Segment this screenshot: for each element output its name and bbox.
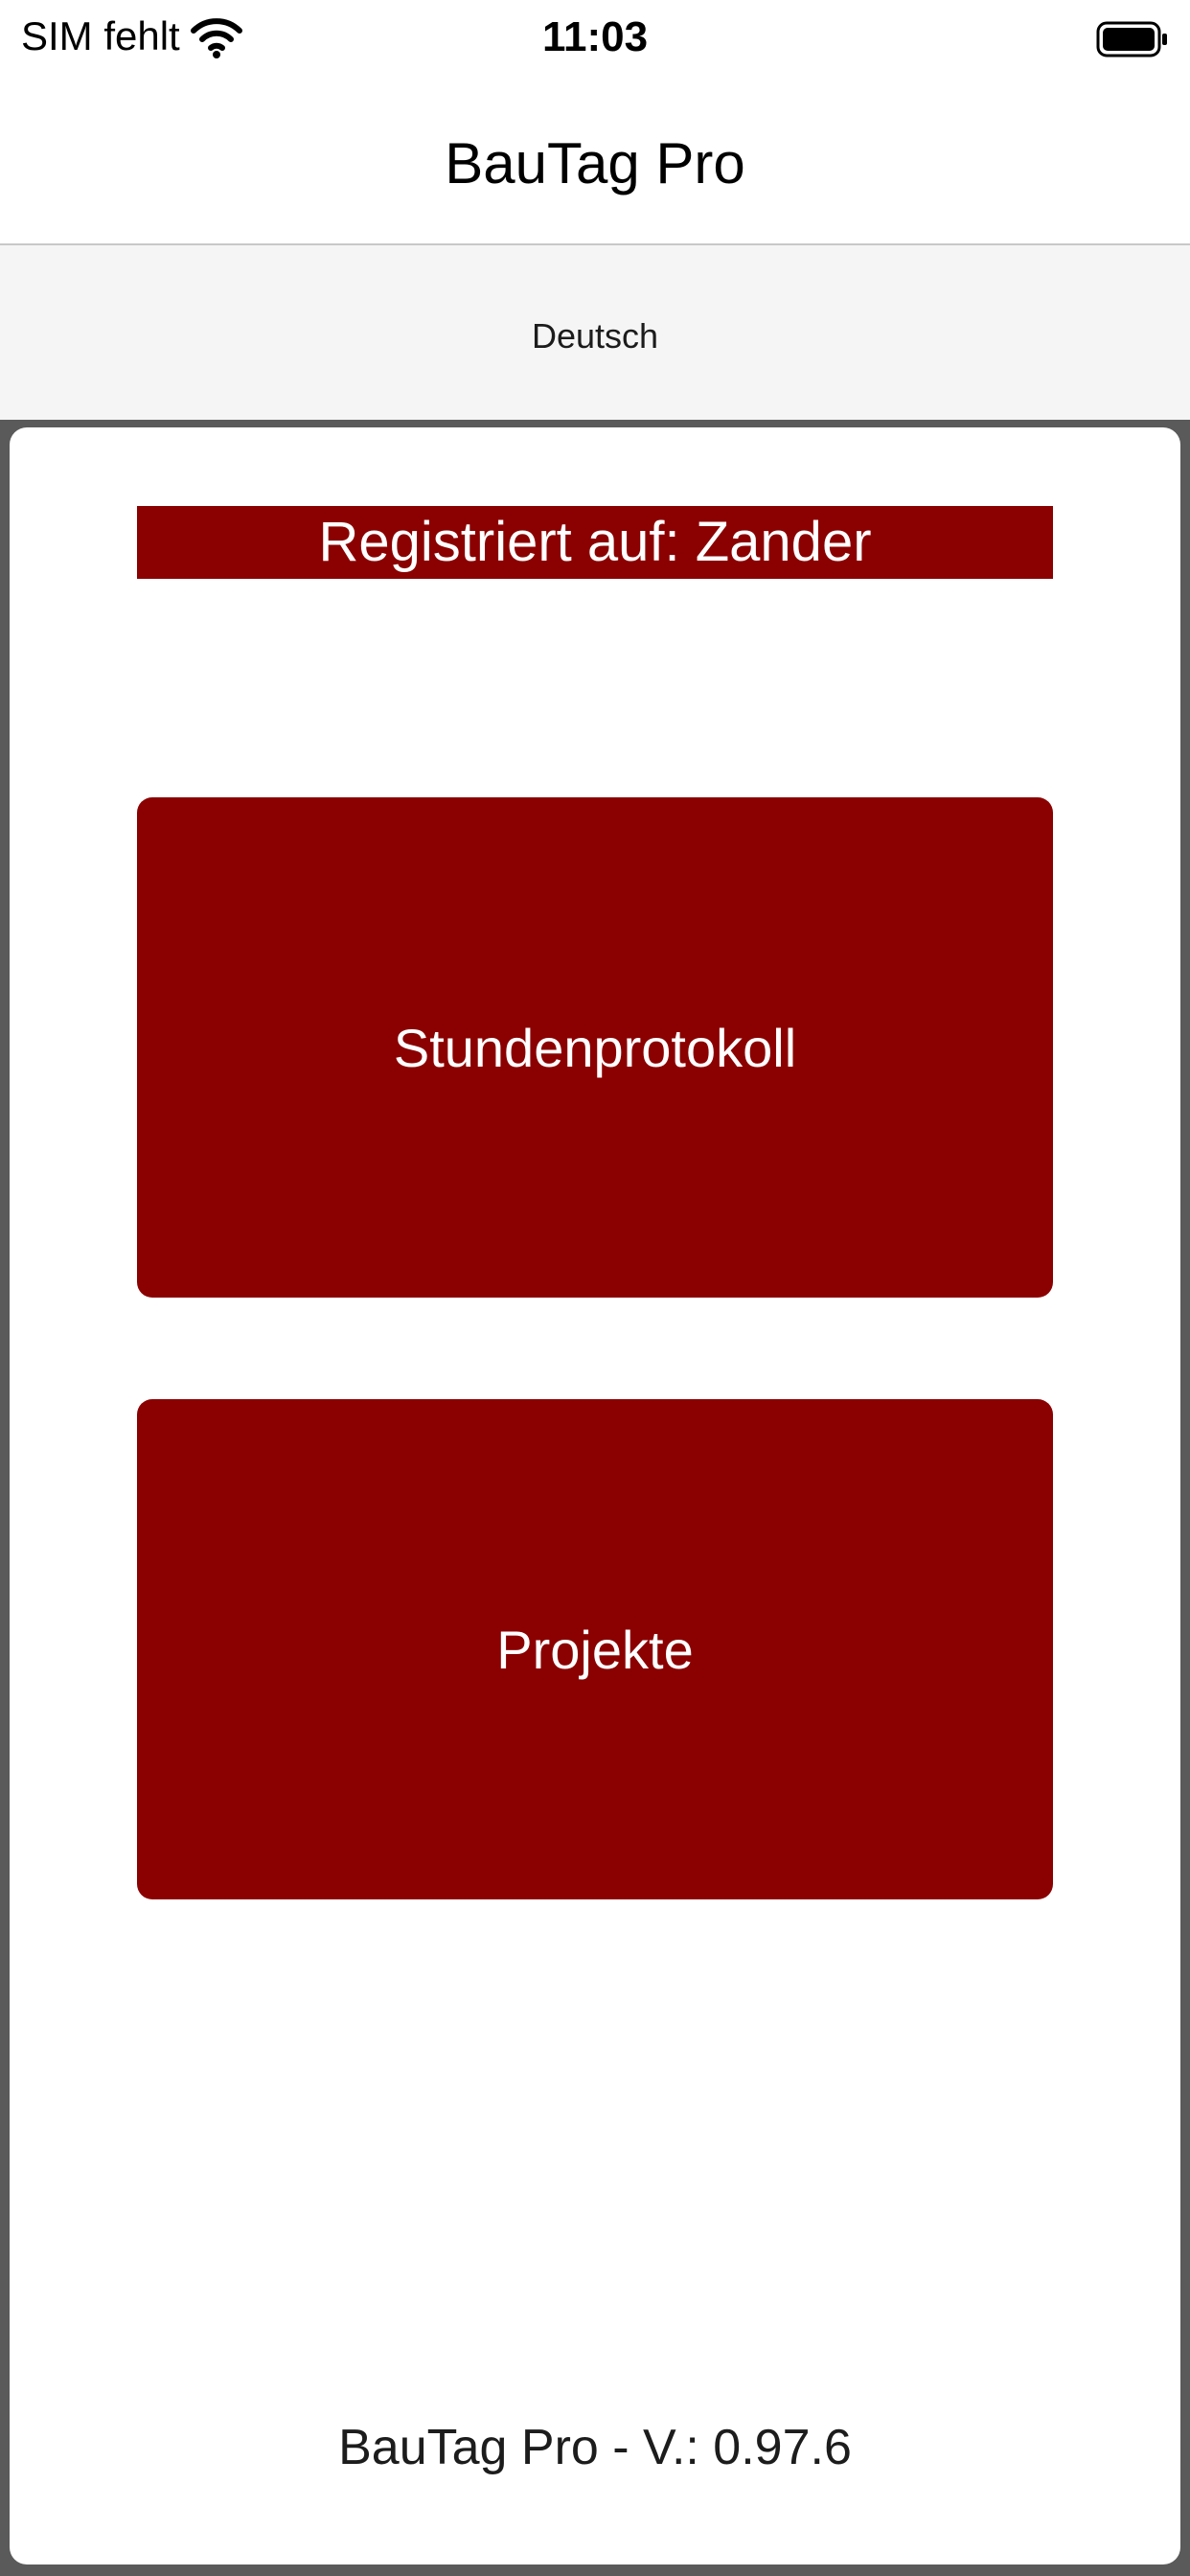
registration-banner: Registriert auf: Zander (137, 506, 1053, 579)
language-selector-button[interactable]: Deutsch (479, 303, 711, 370)
stundenprotokoll-button[interactable]: Stundenprotokoll (137, 797, 1053, 1298)
battery-full-icon (1096, 19, 1169, 59)
navigation-bar: BauTag Pro (0, 80, 1190, 245)
page-title: BauTag Pro (445, 131, 745, 196)
status-bar: SIM fehlt 11:03 (0, 0, 1190, 80)
status-time: 11:03 (541, 13, 649, 60)
version-label: BauTag Pro - V.: 0.97.6 (338, 2420, 852, 2475)
main-card: Registriert auf: Zander Stundenprotokoll… (10, 427, 1180, 2564)
language-bar: Deutsch (0, 245, 1190, 420)
projekte-button[interactable]: Projekte (137, 1399, 1053, 1899)
